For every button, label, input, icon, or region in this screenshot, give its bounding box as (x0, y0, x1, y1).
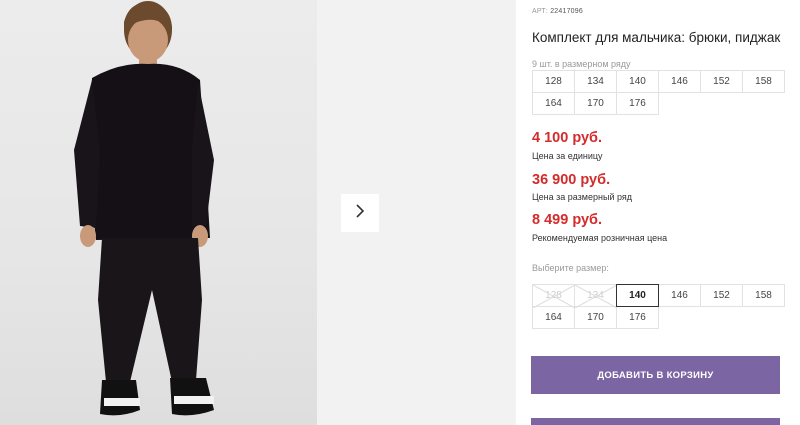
price-recommended: 8 499 руб. (532, 212, 603, 228)
product-photo (0, 0, 317, 425)
size-option-unavailable: 128 (532, 284, 575, 308)
size-row-cell: 128 (532, 70, 575, 93)
price-unit-label: Цена за единицу (532, 151, 603, 161)
article-label: АРТ: (532, 8, 549, 15)
strikethrough-icon (575, 285, 617, 308)
size-row-cell: 158 (742, 70, 785, 93)
price-size-row: 36 900 руб. (532, 172, 611, 188)
price-recommended-label: Рекомендуемая розничная цена (532, 233, 668, 243)
size-row-cell: 152 (700, 70, 743, 93)
size-row-cell: 140 (616, 70, 659, 93)
price-size-row-label: Цена за размерный ряд (532, 192, 633, 202)
size-option[interactable]: 164 (532, 306, 575, 329)
article-line: АРТ: 22417096 (532, 8, 583, 15)
strikethrough-icon (533, 285, 575, 308)
article-number: 22417096 (550, 8, 583, 15)
size-option[interactable]: 152 (700, 284, 743, 307)
size-option[interactable]: 158 (742, 284, 785, 307)
chevron-right-icon (354, 203, 366, 224)
boy-in-suit-illustration (74, 1, 214, 416)
product-title: Комплект для мальчика: брюки, пиджак (532, 30, 781, 45)
size-option-unavailable: 134 (574, 284, 617, 308)
size-select-label: Выберите размер: (532, 263, 609, 273)
gallery-next-button[interactable] (341, 194, 379, 232)
size-row-note: 9 шт. в размерном ряду (532, 59, 631, 69)
size-row-cell: 164 (532, 92, 575, 115)
size-option[interactable]: 176 (616, 306, 659, 329)
size-row-cell: 146 (658, 70, 701, 93)
size-select-grid: 128 134 140 146 152 158 164 170 176 (532, 284, 785, 329)
add-to-cart-button[interactable]: ДОБАВИТЬ В КОРЗИНУ (531, 356, 780, 394)
secondary-action-button[interactable] (531, 418, 780, 425)
size-row-cell: 176 (616, 92, 659, 115)
price-unit: 4 100 руб. (532, 130, 603, 146)
size-row-cell: 170 (574, 92, 617, 115)
size-option[interactable]: 146 (658, 284, 701, 307)
size-option[interactable]: 170 (574, 306, 617, 329)
size-option-selected[interactable]: 140 (616, 284, 659, 307)
size-row-cell: 134 (574, 70, 617, 93)
size-row-grid: 128 134 140 146 152 158 164 170 176 (532, 70, 785, 115)
